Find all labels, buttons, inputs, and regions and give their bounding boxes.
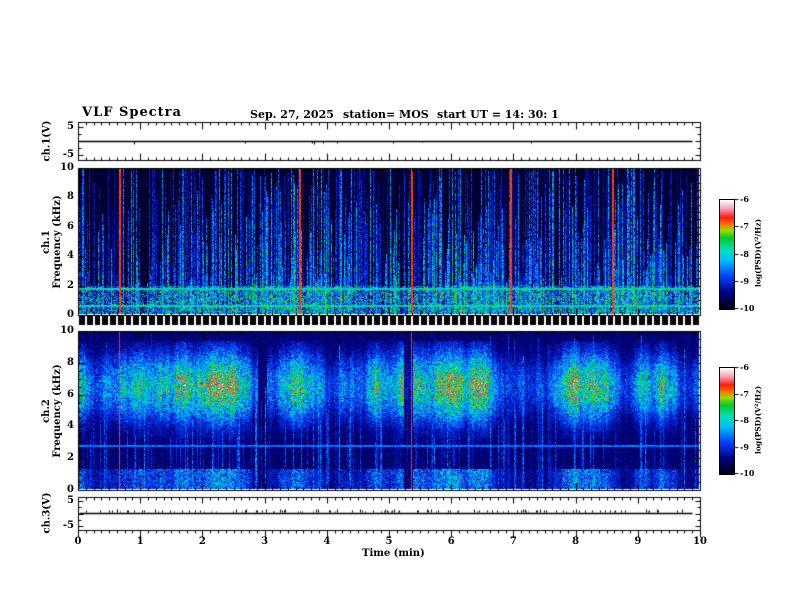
colorbar2-tick-label: -6 bbox=[740, 362, 749, 372]
colorbar-ch2 bbox=[719, 367, 735, 475]
spec2-y-tick-label: 2 bbox=[67, 452, 74, 464]
colorbar1-tick-label: -8 bbox=[740, 248, 749, 259]
spec2-y-tick-label: 6 bbox=[67, 388, 74, 400]
colorbar1-tick-label: -9 bbox=[740, 275, 749, 286]
y-axis-label-spec2-line2: Frequency (kHz) bbox=[52, 364, 63, 458]
vlf-spectra-figure: VLF Spectra Sep. 27, 2025 station= MOS s… bbox=[0, 0, 792, 612]
x-tick-label: 8 bbox=[572, 536, 580, 547]
x-tick-label: 5 bbox=[385, 536, 393, 547]
x-tick-label: 1 bbox=[136, 536, 144, 547]
y-axis-label-spec1-line2: Frequency (kHz) bbox=[52, 195, 63, 289]
header-start-ut: start UT = 14: 30: 1 bbox=[437, 108, 559, 121]
y-axis-label-spec2-line1: ch.2 bbox=[41, 399, 52, 423]
spec1-y-tick-label: 6 bbox=[67, 220, 74, 232]
ch1v-y-tick-label: -5 bbox=[62, 149, 74, 160]
x-tick-label: 9 bbox=[634, 536, 642, 547]
x-tick-label: 6 bbox=[447, 536, 455, 547]
ch3v-y-tick-label: 5 bbox=[67, 495, 74, 506]
x-tick-label: 2 bbox=[198, 536, 206, 547]
colorbar-ch1 bbox=[719, 199, 735, 310]
spec2-y-tick-label: 8 bbox=[67, 356, 74, 368]
colorbar1-tick-label: -7 bbox=[740, 221, 749, 232]
x-tick-label: 10 bbox=[693, 536, 707, 547]
ch1v-y-tick-label: 5 bbox=[67, 121, 74, 132]
x-axis-label: Time (min) bbox=[362, 548, 425, 559]
x-tick-label: 3 bbox=[261, 536, 269, 547]
x-tick-label: 7 bbox=[509, 536, 517, 547]
y-axis-label-spec2: ch.2 Frequency (kHz) bbox=[41, 364, 63, 457]
spec1-y-tick-label: 4 bbox=[67, 250, 74, 262]
page-title: VLF Spectra bbox=[82, 105, 182, 120]
colorbar2-tick-label: -8 bbox=[740, 415, 749, 425]
spec2-y-tick-label: 4 bbox=[67, 420, 74, 432]
spec1-y-tick-label: 0 bbox=[67, 309, 74, 320]
x-tick-label: 4 bbox=[323, 536, 331, 547]
spec1-y-tick-label: 8 bbox=[67, 191, 74, 203]
colorbar1-tick-label: -6 bbox=[740, 194, 749, 204]
x-tick-label: 0 bbox=[74, 536, 82, 547]
colorbar2-tick-label: -7 bbox=[740, 388, 749, 399]
spec1-y-tick-label: 2 bbox=[67, 279, 74, 291]
spec1-y-tick-label: 10 bbox=[60, 162, 74, 173]
header-date: Sep. 27, 2025 bbox=[250, 108, 334, 121]
header-station: station= MOS bbox=[343, 108, 429, 121]
ch3v-y-tick-label: -5 bbox=[62, 520, 74, 531]
spec2-y-tick-label: 10 bbox=[60, 325, 74, 336]
colorbar2-tick-label: -10 bbox=[740, 468, 755, 478]
spec2-y-tick-label: 0 bbox=[67, 484, 74, 495]
colorbar1-tick-label: -10 bbox=[740, 303, 755, 313]
y-axis-label-spec1-line1: ch.1 bbox=[41, 230, 52, 254]
y-axis-label-spec1: ch.1 Frequency (kHz) bbox=[41, 195, 63, 288]
colorbar2-tick-label: -9 bbox=[740, 441, 749, 452]
plot-canvas bbox=[0, 0, 792, 612]
